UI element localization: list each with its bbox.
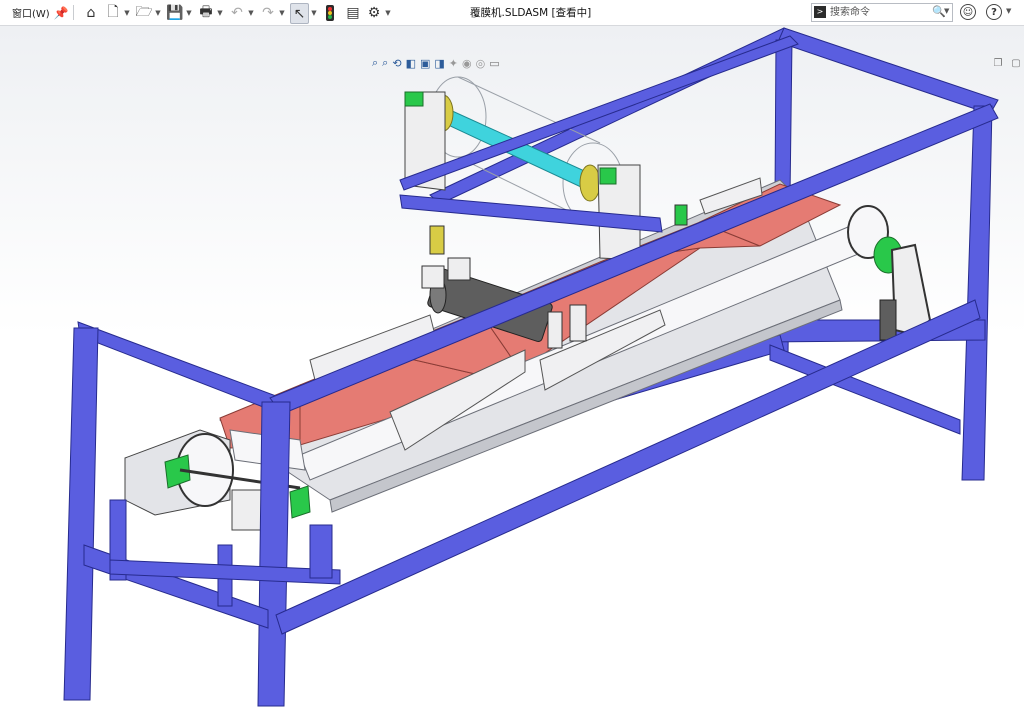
section-view-icon[interactable]: ◧ — [406, 57, 416, 70]
zoom-to-area-icon[interactable]: ⌕ — [382, 56, 388, 70]
open-dropdown-chevron-icon[interactable]: ▼ — [154, 3, 162, 22]
restore-pane-icon[interactable]: ❐ — [992, 57, 1004, 69]
undo-dropdown-chevron-icon[interactable]: ▼ — [247, 3, 255, 22]
assembly-model[interactable] — [0, 26, 1024, 712]
redo-dropdown-chevron-icon[interactable]: ▼ — [278, 3, 286, 22]
title-bar: 窗口(W) 📌 ⌂ 🗋 ▼ 🗁 ▼ 💾 ▼ 🖶 ▼ ↶ ▼ ↷ ▼ ↖ ▼ ▤ … — [0, 0, 1024, 26]
options-dropdown-chevron-icon[interactable]: ▼ — [384, 3, 392, 22]
help-dropdown-chevron-icon[interactable]: ▼ — [1006, 7, 1011, 15]
hide-show-icon[interactable]: ✦ — [449, 57, 458, 70]
graphics-viewport[interactable]: ⌕ ⌕ ⟲ ◧ ▣ ◨ ✦ ◉ ◎ ▭ ❐ ▢ — [0, 26, 1024, 712]
toolbar-separator — [73, 5, 74, 20]
select-arrow-icon[interactable]: ↖ — [290, 3, 309, 24]
search-input[interactable] — [830, 5, 930, 19]
save-dropdown-chevron-icon[interactable]: ▼ — [185, 3, 193, 22]
apply-scene-icon[interactable]: ◎ — [476, 57, 486, 70]
select-dropdown-chevron-icon[interactable]: ▼ — [310, 3, 318, 22]
window-menu[interactable]: 窗口(W) — [12, 3, 50, 22]
gear-icon[interactable]: ⚙ — [365, 3, 383, 22]
command-prompt-icon: > — [814, 6, 826, 18]
view-orientation-icon[interactable]: ▣ — [420, 57, 430, 70]
redo-icon[interactable]: ↷ — [259, 3, 277, 22]
search-box[interactable]: > 🔍 ▼ — [811, 3, 953, 22]
home-icon[interactable]: ⌂ — [82, 3, 100, 22]
zoom-to-fit-icon[interactable]: ⌕ — [372, 56, 378, 70]
save-icon[interactable]: 💾 — [166, 3, 184, 22]
close-pane-icon[interactable]: ▢ — [1010, 57, 1022, 69]
open-icon[interactable]: 🗁 — [135, 3, 153, 22]
print-dropdown-chevron-icon[interactable]: ▼ — [216, 3, 224, 22]
undo-icon[interactable]: ↶ — [228, 3, 246, 22]
view-settings-icon[interactable]: ▭ — [489, 57, 499, 70]
user-account-icon[interactable]: ☺ — [960, 4, 976, 20]
edit-appearance-icon[interactable]: ◉ — [462, 57, 472, 70]
traffic-light-icon[interactable] — [323, 3, 337, 22]
file-properties-icon[interactable]: ▤ — [344, 3, 362, 22]
new-document-icon[interactable]: 🗋 — [104, 3, 122, 22]
help-icon[interactable]: ? — [986, 4, 1002, 20]
new-dropdown-chevron-icon[interactable]: ▼ — [123, 3, 131, 22]
print-icon[interactable]: 🖶 — [197, 3, 215, 22]
previous-view-icon[interactable]: ⟲ — [392, 57, 401, 70]
search-dropdown-chevron-icon[interactable]: ▼ — [944, 7, 949, 15]
pin-icon[interactable]: 📌 — [54, 3, 69, 22]
document-title: 覆膜机.SLDASM [查看中] — [470, 7, 592, 19]
heads-up-view-toolbar: ⌕ ⌕ ⟲ ◧ ▣ ◨ ✦ ◉ ◎ ▭ — [372, 55, 504, 71]
display-style-icon[interactable]: ◨ — [434, 57, 444, 70]
